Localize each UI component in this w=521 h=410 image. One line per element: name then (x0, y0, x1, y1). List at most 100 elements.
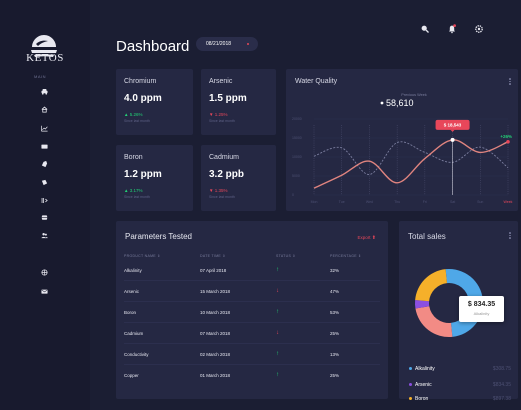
page-title: Dashboard (116, 38, 190, 55)
row-divider (124, 364, 380, 365)
users-icon[interactable] (40, 231, 48, 239)
date-cell: 10 March 2018 (200, 310, 231, 315)
previous-week-label: Previous Week (401, 93, 427, 97)
car-icon[interactable] (40, 87, 48, 95)
legend-dot (409, 397, 412, 401)
search-icon[interactable] (420, 24, 430, 34)
database-icon[interactable] (40, 213, 48, 221)
product-name-cell: Cadmium (124, 331, 144, 336)
metric-value: 1.5 ppm (209, 93, 247, 104)
target-icon[interactable] (40, 268, 48, 276)
home-icon[interactable] (40, 105, 48, 113)
table-row[interactable]: Copper 01 March 2018 ↑ 25% (116, 372, 388, 378)
legend-item: Arsenic (409, 382, 432, 388)
sales-tooltip: $ 834.35 Alkalinity (459, 296, 504, 322)
metric-change: ▼ 1.35% (209, 188, 228, 193)
tag-icon[interactable] (40, 160, 48, 168)
parameters-card: Parameters Tested Export ⬆ PRODUCT NAME … (116, 221, 388, 399)
legend-value: $308.75 (492, 366, 511, 372)
date-value: 08/21/2018 (206, 41, 232, 47)
envelope-icon[interactable] (40, 287, 48, 295)
sidebar: KETOS MAIN (0, 0, 90, 410)
metric-value: 4.0 ppm (124, 93, 162, 104)
end-marker-dot (506, 140, 510, 144)
metric-value: 1.2 ppm (124, 169, 162, 180)
total-sales-title: Total sales (408, 232, 446, 241)
date-cell: 07 April 2018 (200, 268, 227, 273)
y-tick-label: 20000 (292, 117, 302, 121)
chart-icon[interactable] (40, 124, 48, 132)
date-cell: 02 March 2018 (200, 352, 231, 357)
nav-section-label: MAIN (34, 74, 46, 79)
percentage-cell: 47% (330, 289, 340, 294)
gear-icon[interactable] (474, 24, 484, 34)
status-up-icon: ↑ (276, 351, 279, 357)
tools-icon[interactable] (40, 196, 48, 204)
percentage-cell: 25% (330, 331, 340, 336)
table-row[interactable]: Boron 10 March 2018 ↑ 53% (116, 309, 388, 315)
metric-card-cadmium[interactable]: Cadmium 3.2 ppb ▼ 1.35% Since last month (201, 145, 276, 211)
column-header[interactable]: STATUS ⇕ (276, 254, 296, 258)
donut-slice[interactable] (415, 306, 453, 337)
metric-name: Boron (124, 154, 143, 161)
current-week-line (313, 139, 509, 189)
x-tick-label: Week (504, 200, 513, 204)
table-row[interactable]: Arsenic 15 March 2018 ↓ 47% (116, 288, 388, 294)
y-tick-label: 15000 (292, 136, 302, 140)
status-down-icon: ↓ (276, 288, 279, 294)
bell-icon[interactable] (447, 24, 457, 34)
metric-name: Cadmium (209, 154, 239, 161)
y-tick-label: 5000 (292, 174, 300, 178)
x-tick-label: Mon (311, 200, 318, 204)
x-tick-label: Thu (394, 200, 400, 204)
metric-card-arsenic[interactable]: Arsenic 1.5 ppm ▼ 1.25% Since last month (201, 69, 276, 135)
date-dropdown-icon (247, 43, 249, 45)
sales-tooltip-label: Alkalinity (473, 311, 490, 316)
table-row[interactable]: Cadmium 07 March 2018 ↓ 25% (116, 330, 388, 336)
metric-note: Since last month (209, 119, 235, 123)
product-name-cell: Copper (124, 373, 139, 378)
metric-change: ▼ 1.25% (209, 112, 228, 117)
pin-icon[interactable] (40, 178, 48, 186)
total-sales-card: Total sales $ 834.35 Alkalinity Alkalini… (399, 221, 518, 402)
date-picker[interactable]: 08/21/2018 (196, 37, 258, 51)
metric-card-boron[interactable]: Boron 1.2 ppm ▲ 3.17% Since last month (116, 145, 193, 211)
x-tick-label: Tue (339, 200, 345, 204)
percentage-cell: 32% (330, 268, 340, 273)
mail-icon[interactable] (40, 142, 48, 150)
status-up-icon: ↑ (276, 372, 279, 378)
y-tick-label: 10000 (292, 155, 302, 159)
status-up-icon: ↑ (276, 309, 279, 315)
more-options-icon[interactable] (509, 232, 511, 240)
x-tick-label: Sat (450, 200, 455, 204)
product-name-cell: Arsenic (124, 289, 140, 294)
water-quality-card: Water Quality 20000 15000 10000 5000 0 Mon Tue… (286, 69, 518, 211)
metric-name: Chromium (124, 78, 157, 85)
table-row[interactable]: Alkalinity 07 April 2018 ↑ 32% (116, 267, 388, 273)
metric-card-chromium[interactable]: Chromium 4.0 ppm ▲ 5.26% Since last mont… (116, 69, 193, 135)
date-cell: 07 March 2018 (200, 331, 231, 336)
legend-value: $834.35 (492, 382, 511, 388)
previous-week-dot (380, 101, 384, 105)
donut-slice[interactable] (415, 269, 448, 302)
status-down-icon: ↓ (276, 330, 279, 336)
metric-note: Since last month (124, 119, 150, 123)
growth-label: +26% (500, 134, 512, 139)
chart-tooltip-value: $ 18,543 (444, 122, 462, 127)
row-divider (124, 322, 380, 323)
percentage-cell: 13% (330, 352, 340, 357)
x-tick-label: Fri (423, 200, 427, 204)
metric-note: Since last month (124, 195, 150, 199)
x-tick-label: Wed (366, 200, 373, 204)
row-divider (124, 301, 380, 302)
metric-change: ▲ 5.26% (124, 112, 143, 117)
column-header[interactable]: DATE TIME ⇕ (200, 254, 226, 258)
column-header[interactable]: PRODUCT NAME ⇕ (124, 254, 160, 258)
legend-dot (409, 367, 412, 371)
table-row[interactable]: Conductivity 02 March 2018 ↑ 13% (116, 351, 388, 357)
metric-value: 3.2 ppb (209, 169, 245, 180)
column-header[interactable]: PERCENTAGE ⇕ (330, 254, 361, 258)
export-button[interactable]: Export ⬆ (358, 235, 376, 241)
legend-item: Alkalinity (409, 366, 435, 372)
previous-week-line (313, 141, 509, 175)
